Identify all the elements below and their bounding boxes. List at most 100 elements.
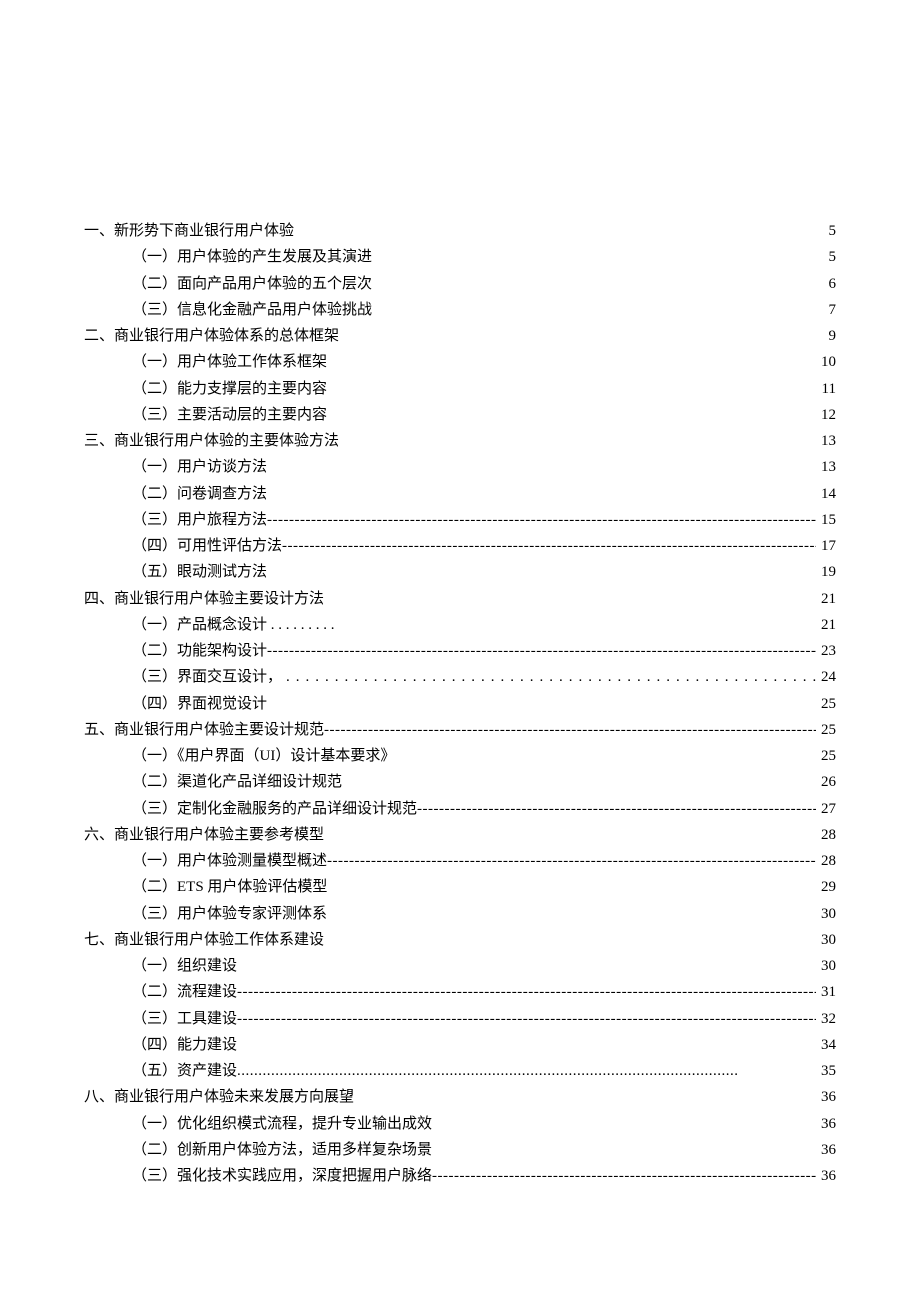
toc-entry-page: 29 [816,874,836,900]
toc-entry: （二）能力支撑层的主要内容 11 [84,376,836,402]
toc-entry-title: 二、商业银行用户体验体系的总体框架 [84,323,339,349]
toc-entry-title: 六、商业银行用户体验主要参考模型 [84,822,324,848]
toc-entry-page: 34 [816,1032,836,1058]
toc-leader [237,1058,816,1084]
toc-leader [237,979,816,1005]
toc-entry: （二）流程建设31 [84,979,836,1005]
toc-entry-title: 八、商业银行用户体验未来发展方向展望 [84,1084,354,1110]
toc-leader [237,1006,816,1032]
toc-entry-page: 36 [816,1084,836,1110]
toc-entry: （四）可用性评估方法 17 [84,533,836,559]
toc-entry-title: 四、商业银行用户体验主要设计方法 [84,586,324,612]
toc-entry: （三）信息化金融产品用户体验挑战7 [84,297,836,323]
toc-entry-title: （一）用户体验的产生发展及其演进 [132,244,372,270]
toc-entry-page: 7 [816,297,836,323]
toc-entry-title: 一、新形势下商业银行用户体验 [84,218,294,244]
toc-entry-title: （二）渠道化产品详细设计规范 [132,769,342,795]
toc-entry-page: 13 [816,428,836,454]
toc-entry: （二）渠道化产品详细设计规范 26 [84,769,836,795]
toc-entry-title: （三）工具建设 [132,1006,237,1032]
toc-entry-title: （一）优化组织模式流程，提升专业输出成效 [132,1111,432,1137]
toc-entry-page: 32 [816,1006,836,1032]
toc-entry-title: （三）强化技术实践应用，深度把握用户脉络 [132,1163,432,1189]
toc-entry: （一）《用户界面（UI）设计基本要求》 25 [84,743,836,769]
toc-entry: （四）界面视觉设计 25 [84,691,836,717]
toc-entry-title: （一）用户体验测量模型概述 [132,848,327,874]
toc-entry-title: 七、商业银行用户体验工作体系建设 [84,927,324,953]
toc-entry-page: 11 [816,376,836,402]
toc-entry-title: （四）可用性评估方法 [132,533,282,559]
table-of-contents: 一、新形势下商业银行用户体验5（一）用户体验的产生发展及其演进5（二）面向产品用… [84,218,836,1189]
toc-leader [324,717,816,743]
toc-entry-page: 25 [816,743,836,769]
toc-entry: （五）眼动测试方法 19 [84,559,836,585]
toc-entry-title: 五、商业银行用户体验主要设计规范 [84,717,324,743]
toc-entry: （三）工具建设 32 [84,1006,836,1032]
toc-entry-page: 30 [816,901,836,927]
toc-leader [267,638,816,664]
toc-entry-title: （三）定制化金融服务的产品详细设计规范 [132,796,417,822]
toc-entry-page: 25 [816,691,836,717]
toc-entry: （一）用户访谈方法13 [84,454,836,480]
toc-entry-page: 36 [816,1163,836,1189]
toc-entry-page: 17 [816,533,836,559]
toc-entry-title: （五）资产建设 [132,1058,237,1084]
toc-entry: （三）用户旅程方法15 [84,507,836,533]
toc-entry-page: 19 [816,559,836,585]
toc-entry: 四、商业银行用户体验主要设计方法21 [84,586,836,612]
toc-entry: （一）用户体验工作体系框架 10 [84,349,836,375]
toc-entry: 五、商业银行用户体验主要设计规范 25 [84,717,836,743]
toc-entry: （二）功能架构设计23 [84,638,836,664]
toc-entry-page: 36 [816,1137,836,1163]
toc-entry: 三、商业银行用户体验的主要体验方法 13 [84,428,836,454]
toc-entry-page: 25 [816,717,836,743]
toc-entry-title: （一）组织建设 [132,953,237,979]
toc-entry: （一）组织建设 30 [84,953,836,979]
toc-entry-title: （四）界面视觉设计 [132,691,267,717]
toc-entry-page: 26 [816,769,836,795]
toc-entry-title: （四）能力建设 [132,1032,237,1058]
toc-entry-title: （三）用户体验专家评测体系 [132,901,327,927]
toc-entry: 七、商业银行用户体验工作体系建设 30 [84,927,836,953]
toc-entry-page: 30 [816,953,836,979]
toc-entry-page: 31 [816,979,836,1005]
toc-entry: （二）面向产品用户体验的五个层次6 [84,271,836,297]
toc-leader [432,1163,816,1189]
toc-leader [267,507,816,533]
toc-entry: （三）强化技术实践应用，深度把握用户脉络 36 [84,1163,836,1189]
toc-leader [327,848,816,874]
toc-leader [282,533,816,559]
toc-entry-page: 24 [816,664,836,690]
toc-entry-title: （二）创新用户体验方法，适用多样复杂场景 [132,1137,432,1163]
toc-entry-page: 10 [816,349,836,375]
toc-entry: （三）主要活动层的主要内容12 [84,402,836,428]
toc-entry: （三）定制化金融服务的产品详细设计规范 27 [84,796,836,822]
toc-entry: 一、新形势下商业银行用户体验5 [84,218,836,244]
toc-entry: （五）资产建设35 [84,1058,836,1084]
toc-entry: 六、商业银行用户体验主要参考模型 28 [84,822,836,848]
toc-entry-page: 5 [816,244,836,270]
toc-entry: （一）用户体验测量模型概述28 [84,848,836,874]
toc-entry-title: （二）能力支撑层的主要内容 [132,376,327,402]
toc-entry-title: （五）眼动测试方法 [132,559,267,585]
toc-entry: （一）用户体验的产生发展及其演进 5 [84,244,836,270]
toc-entry-page: 23 [816,638,836,664]
toc-entry-title: （三）用户旅程方法 [132,507,267,533]
toc-entry-title: （三）主要活动层的主要内容 [132,402,327,428]
toc-entry-page: 13 [816,454,836,480]
toc-entry-title: 三、商业银行用户体验的主要体验方法 [84,428,339,454]
toc-leader [282,664,816,690]
toc-entry-page: 30 [816,927,836,953]
toc-entry-title: （一）《用户界面（UI）设计基本要求》 [132,743,395,769]
toc-entry-title: （一）用户体验工作体系框架 [132,349,327,375]
toc-entry-page: 27 [816,796,836,822]
toc-entry: （一）产品概念设计 . . . . . . . . .21 [84,612,836,638]
toc-entry-page: 28 [816,822,836,848]
toc-entry: （三）界面交互设计， 24 [84,664,836,690]
toc-entry-title: （二）问卷调查方法 [132,481,267,507]
toc-entry: （二）ETS 用户体验评估模型29 [84,874,836,900]
toc-entry-title: （二）面向产品用户体验的五个层次 [132,271,372,297]
toc-entry: （三）用户体验专家评测体系 30 [84,901,836,927]
toc-entry: （一）优化组织模式流程，提升专业输出成效36 [84,1111,836,1137]
toc-entry-title: （三）界面交互设计， [132,664,282,690]
